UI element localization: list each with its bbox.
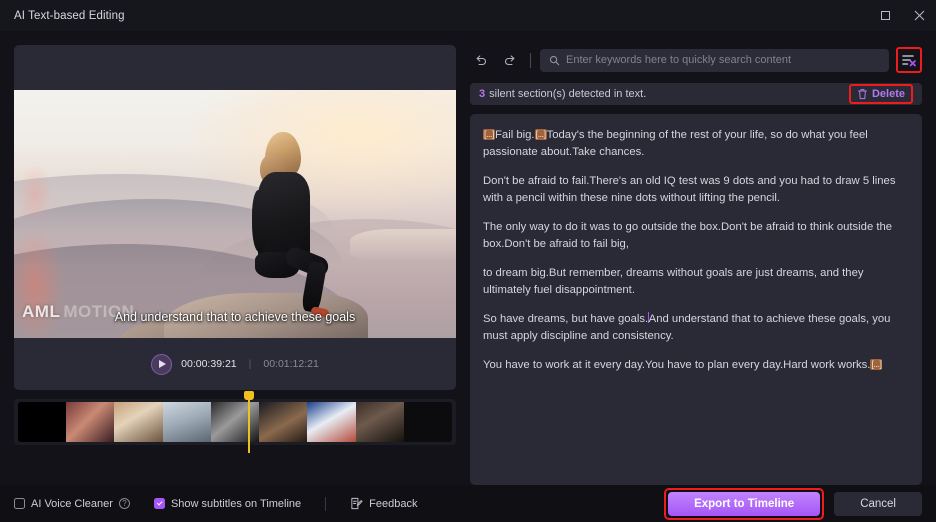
- redo-button[interactable]: [499, 49, 521, 71]
- transcript-paragraph[interactable]: to dream big.But remember, dreams withou…: [483, 265, 908, 298]
- footer-divider: [325, 496, 327, 511]
- trash-icon: [857, 89, 867, 100]
- subtitle-overlay: And understand that to achieve these goa…: [114, 310, 356, 324]
- delete-label: Delete: [871, 88, 905, 100]
- export-to-timeline-button[interactable]: Export to Timeline: [668, 491, 821, 516]
- maximize-icon: [880, 11, 890, 20]
- ai-voice-cleaner-checkbox[interactable]: [14, 498, 25, 509]
- remove-silence-icon: [902, 55, 916, 67]
- transcript-paragraph[interactable]: Don't be afraid to fail.There's an old I…: [483, 173, 908, 206]
- transcript-text: So have dreams, but have goals.: [483, 313, 649, 325]
- ai-text-based-editing-dialog: AI Text-based Editing AML MOTION And und…: [0, 0, 936, 522]
- filmstrip[interactable]: [14, 391, 456, 453]
- thumbnail-4[interactable]: [162, 402, 211, 442]
- show-subtitles-label: Show subtitles on Timeline: [170, 497, 302, 510]
- search-icon: [549, 55, 560, 65]
- feedback-icon: [351, 497, 363, 510]
- footer-actions: Export to Timeline Cancel: [664, 487, 922, 520]
- remove-silence-highlight: [896, 47, 922, 73]
- search-input[interactable]: Enter keywords here to quickly search co…: [540, 48, 889, 72]
- dialog-body: AML MOTION And understand that to achiev…: [0, 31, 936, 485]
- page-title: AI Text-based Editing: [14, 9, 125, 22]
- window-controls: [868, 0, 936, 31]
- cancel-button[interactable]: Cancel: [834, 491, 922, 516]
- search-placeholder: Enter keywords here to quickly search co…: [566, 54, 792, 66]
- filmstrip-track[interactable]: [18, 402, 452, 442]
- play-button[interactable]: [151, 353, 173, 375]
- transcript-toolbar: Enter keywords here to quickly search co…: [470, 45, 922, 75]
- thumbnail-1[interactable]: [18, 402, 67, 442]
- transcript-text: to dream big.But remember, dreams withou…: [483, 267, 864, 296]
- help-icon[interactable]: ?: [118, 498, 130, 509]
- thumbnail-5[interactable]: [210, 402, 260, 442]
- current-time: 00:00:39:21: [181, 358, 237, 370]
- transcript-text-area[interactable]: [...]Fail big.[...]Today's the beginning…: [470, 114, 922, 485]
- transcript-paragraph[interactable]: You have to work at it every day.You hav…: [483, 357, 908, 374]
- show-subtitles-checkbox[interactable]: [153, 498, 165, 509]
- transcript-paragraph[interactable]: [...]Fail big.[...]Today's the beginning…: [483, 127, 908, 160]
- ai-voice-cleaner-label: AI Voice Cleaner: [31, 497, 113, 510]
- check-icon: [156, 500, 163, 506]
- delete-highlight: Delete: [848, 84, 913, 104]
- video-stage[interactable]: AML MOTION And understand that to achiev…: [14, 90, 456, 338]
- feedback-button[interactable]: Feedback: [350, 497, 417, 510]
- thumbnail-7[interactable]: [307, 402, 356, 442]
- transcript-text: The only way to do it was to go outside …: [483, 221, 893, 250]
- time-separator: |: [248, 358, 252, 370]
- feedback-label: Feedback: [369, 497, 418, 510]
- close-icon: [914, 10, 924, 21]
- dialog-footer: AI Voice Cleaner ? Show subtitles on Tim…: [0, 485, 936, 522]
- toolbar-divider: [530, 52, 531, 68]
- playhead-marker[interactable]: [244, 391, 255, 453]
- transcript-text: Fail big.: [495, 129, 535, 141]
- undo-button[interactable]: [470, 49, 492, 71]
- silent-gap-marker[interactable]: [...]: [870, 359, 883, 370]
- preview-panel: AML MOTION And understand that to achiev…: [0, 31, 470, 485]
- silent-gap-marker[interactable]: [...]: [534, 129, 547, 140]
- video-player: AML MOTION And understand that to achiev…: [14, 45, 456, 390]
- silent-section-count: 3: [479, 88, 486, 100]
- person-figure: [235, 132, 332, 325]
- silent-sections-notice: 3 silent section(s) detected in text. De…: [470, 83, 922, 105]
- transcript-panel: Enter keywords here to quickly search co…: [470, 31, 936, 485]
- undo-icon: [476, 55, 486, 66]
- delete-silent-sections-button[interactable]: Delete: [852, 87, 910, 101]
- export-highlight: Export to Timeline: [664, 487, 825, 520]
- transcript-text: Don't be afraid to fail.There's an old I…: [483, 175, 896, 204]
- thumbnail-3[interactable]: [114, 402, 163, 442]
- show-subtitles-option[interactable]: Show subtitles on Timeline: [153, 497, 302, 510]
- ai-voice-cleaner-option[interactable]: AI Voice Cleaner ?: [14, 498, 130, 510]
- play-icon: [159, 360, 167, 368]
- maximize-button[interactable]: [868, 0, 902, 31]
- silent-gap-marker[interactable]: [...]: [483, 129, 496, 140]
- thumbnail-2[interactable]: [66, 402, 115, 442]
- video-frame-image: [14, 90, 456, 338]
- transcript-paragraph[interactable]: The only way to do it was to go outside …: [483, 219, 908, 252]
- thumbnail-8[interactable]: [355, 402, 404, 442]
- transcript-text: You have to work at it every day.You hav…: [483, 359, 871, 371]
- remove-silence-button[interactable]: [899, 50, 919, 70]
- transcript-paragraph[interactable]: So have dreams, but have goals.And under…: [483, 311, 908, 344]
- redo-icon: [505, 55, 515, 66]
- close-button[interactable]: [902, 0, 936, 31]
- silent-section-text: silent section(s) detected in text.: [489, 88, 647, 100]
- thumbnail-6[interactable]: [259, 402, 308, 442]
- title-bar: AI Text-based Editing: [0, 0, 936, 31]
- thumbnail-9[interactable]: [403, 402, 452, 442]
- player-controls: 00:00:39:21 | 00:01:12:21: [14, 338, 456, 390]
- total-time: 00:01:12:21: [263, 358, 319, 370]
